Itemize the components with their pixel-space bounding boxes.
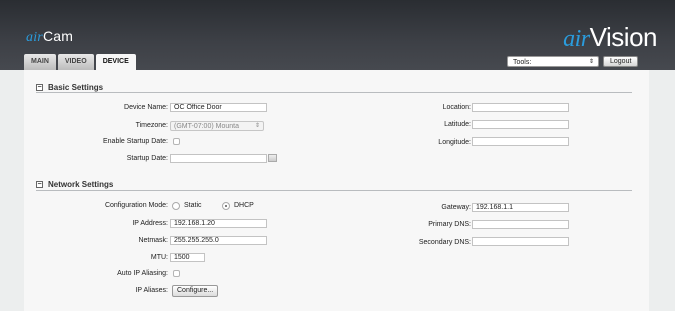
timezone-select[interactable]: (GMT-07:00) Mounta ⇕ bbox=[170, 121, 264, 131]
auto-ip-aliasing-checkbox[interactable] bbox=[173, 270, 180, 277]
tools-select-label: Tools: bbox=[513, 59, 532, 66]
auto-ip-aliasing-label: Auto IP Aliasing: bbox=[117, 270, 168, 277]
static-radio-label: Static bbox=[184, 202, 202, 209]
calendar-icon[interactable] bbox=[268, 154, 277, 162]
enable-startup-date-checkbox[interactable] bbox=[173, 138, 180, 145]
device-name-label: Device Name: bbox=[124, 104, 168, 111]
longitude-input[interactable] bbox=[472, 137, 569, 146]
configuration-mode-label: Configuration Mode: bbox=[104, 202, 168, 209]
timezone-label: Timezone: bbox=[135, 122, 168, 129]
network-settings-header[interactable]: − Network Settings bbox=[36, 180, 113, 189]
timezone-value: (GMT-07:00) Mounta bbox=[174, 123, 239, 130]
select-arrows-icon: ⇕ bbox=[254, 123, 260, 129]
tools-select[interactable]: Tools: ⇕ bbox=[507, 56, 599, 67]
primary-dns-label: Primary DNS: bbox=[428, 221, 471, 228]
collapse-icon[interactable]: − bbox=[36, 84, 43, 91]
basic-settings-header[interactable]: − Basic Settings bbox=[36, 83, 103, 92]
mtu-input[interactable]: 1500 bbox=[170, 253, 205, 262]
section-title: Network Settings bbox=[48, 180, 114, 189]
static-radio[interactable] bbox=[172, 202, 180, 210]
top-header: airCam airVision MAIN VIDEO DEVICE Tools… bbox=[0, 0, 675, 70]
ip-address-label: IP Address: bbox=[132, 220, 168, 227]
device-name-input[interactable]: OC Office Door bbox=[170, 103, 267, 112]
tab-device[interactable]: DEVICE bbox=[95, 54, 136, 70]
netmask-input[interactable]: 255.255.255.0 bbox=[170, 236, 267, 245]
latitude-input[interactable] bbox=[472, 120, 569, 129]
logo-prefix: air bbox=[26, 30, 43, 45]
main-tabs: MAIN VIDEO DEVICE bbox=[24, 54, 136, 70]
tab-main[interactable]: MAIN bbox=[24, 54, 56, 70]
enable-startup-date-label: Enable Startup Date: bbox=[103, 138, 168, 145]
latitude-label: Latitude: bbox=[444, 121, 471, 128]
tab-video[interactable]: VIDEO bbox=[57, 54, 94, 70]
logo-name: Vision bbox=[589, 22, 658, 52]
gateway-label: Gateway: bbox=[441, 204, 471, 211]
divider bbox=[36, 190, 632, 191]
location-label: Location: bbox=[442, 104, 471, 111]
logo-name: Cam bbox=[42, 28, 74, 44]
select-arrows-icon: ⇕ bbox=[588, 59, 594, 65]
dhcp-radio-label: DHCP bbox=[234, 202, 254, 209]
logo-prefix: air bbox=[563, 26, 590, 52]
logout-button[interactable]: Logout bbox=[603, 56, 639, 67]
collapse-icon[interactable]: − bbox=[36, 181, 43, 188]
longitude-label: Longitude: bbox=[438, 139, 471, 146]
startup-date-label: Startup Date: bbox=[126, 155, 168, 162]
aircam-logo: airCam bbox=[26, 28, 73, 46]
secondary-dns-label: Secondary DNS: bbox=[418, 239, 471, 246]
mtu-label: MTU: bbox=[150, 254, 168, 261]
location-input[interactable] bbox=[472, 103, 569, 112]
primary-dns-input[interactable] bbox=[472, 220, 569, 229]
dhcp-radio[interactable] bbox=[222, 202, 230, 210]
ip-address-input[interactable]: 192.168.1.20 bbox=[170, 219, 267, 228]
secondary-dns-input[interactable] bbox=[472, 237, 569, 246]
ip-aliases-label: IP Aliases: bbox=[135, 287, 168, 294]
netmask-label: Netmask: bbox=[138, 237, 168, 244]
device-panel: − Basic Settings Device Name: OC Office D… bbox=[24, 70, 649, 311]
airvision-logo: airVision bbox=[563, 22, 657, 53]
gateway-input[interactable]: 192.168.1.1 bbox=[472, 203, 569, 212]
startup-date-input[interactable] bbox=[170, 154, 267, 163]
section-title: Basic Settings bbox=[48, 83, 104, 92]
divider bbox=[36, 92, 632, 93]
configure-button[interactable]: Configure... bbox=[172, 285, 219, 297]
